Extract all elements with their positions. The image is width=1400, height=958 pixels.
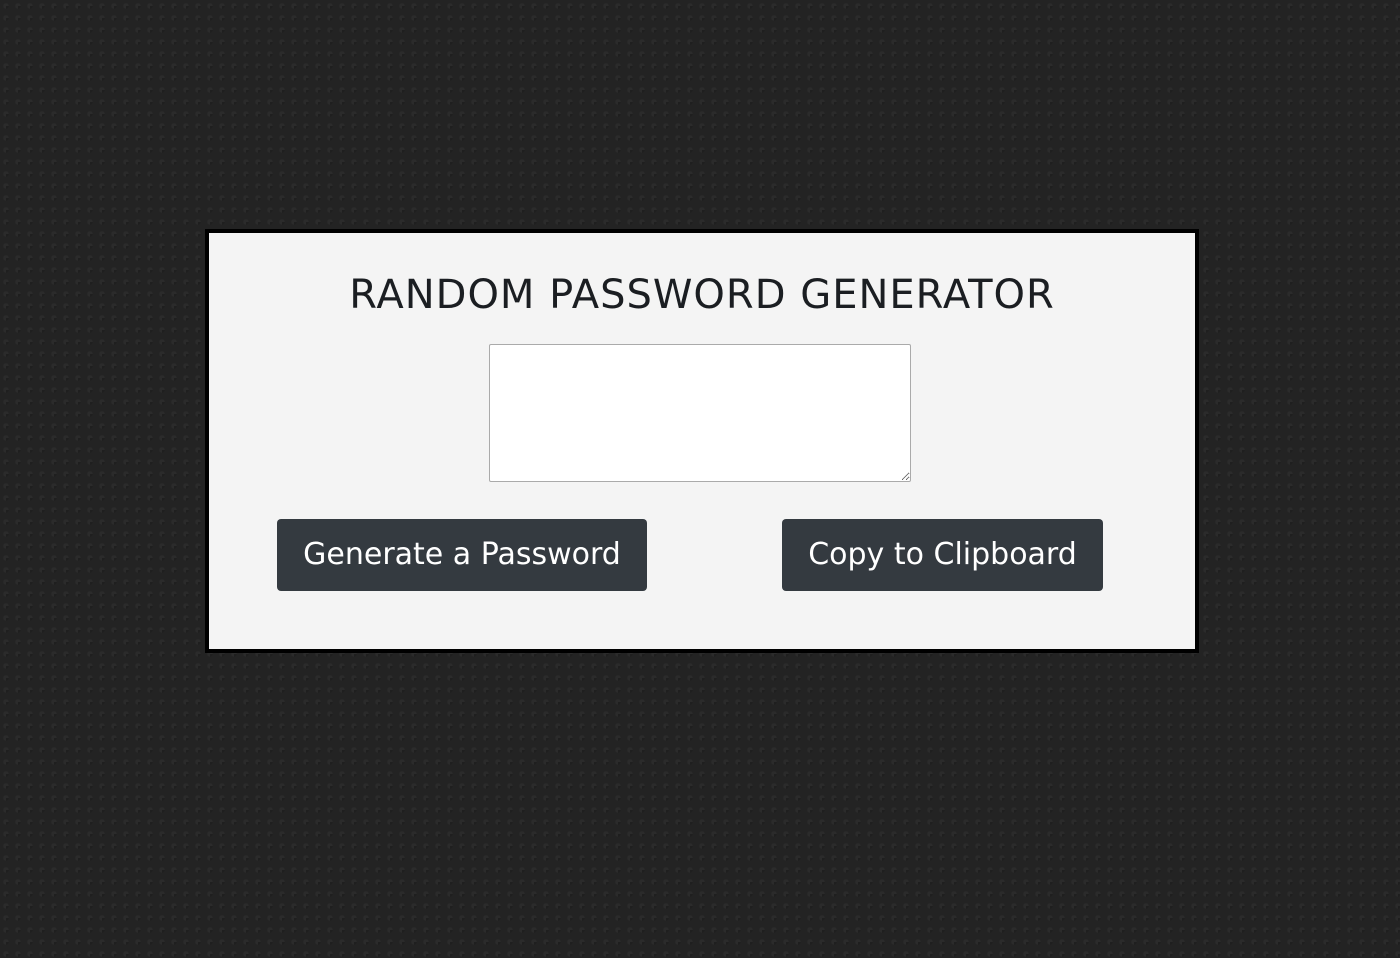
page-title: RANDOM PASSWORD GENERATOR — [349, 272, 1055, 318]
password-generator-card: RANDOM PASSWORD GENERATOR Generate a Pas… — [205, 229, 1199, 653]
generate-password-button[interactable]: Generate a Password — [277, 519, 647, 591]
password-output-textarea[interactable] — [489, 344, 911, 482]
copy-to-clipboard-button[interactable]: Copy to Clipboard — [782, 519, 1103, 591]
